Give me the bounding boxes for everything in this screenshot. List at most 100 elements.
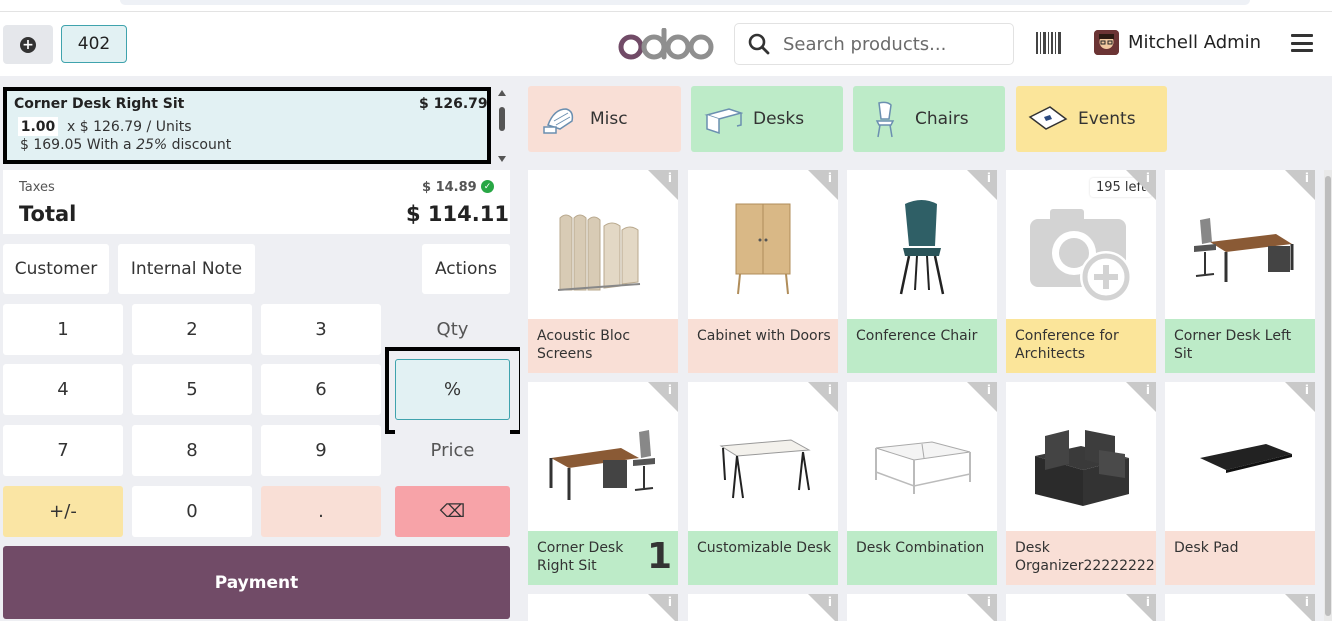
product-name: Conference for Architects (1006, 319, 1156, 373)
total-value: $ 114.11 (406, 202, 509, 226)
actions-button[interactable]: Actions (422, 244, 510, 294)
order-tab-button[interactable]: 402 (61, 25, 127, 63)
product-name: Desk Organizer22222222 (1006, 531, 1156, 585)
product-name: Desk Pad (1165, 531, 1315, 585)
new-order-button[interactable]: + (3, 25, 53, 64)
product-card[interactable]: i (688, 594, 838, 621)
product-card[interactable]: i (1165, 594, 1315, 621)
plus-minus-button[interactable]: +/- (3, 486, 123, 537)
info-icon[interactable] (1126, 594, 1156, 621)
info-icon[interactable] (1126, 382, 1156, 412)
product-card[interactable]: i (1006, 594, 1156, 621)
decimal-point-button[interactable]: . (261, 486, 381, 537)
product-card[interactable]: i Cabinet with Doors (688, 170, 838, 373)
product-name: Desk Combination (847, 531, 997, 585)
user-name: Mitchell Admin (1128, 32, 1262, 53)
order-number: 402 (77, 34, 111, 54)
search-icon (748, 33, 770, 55)
product-name: Corner Desk Left Sit (1165, 319, 1315, 373)
numpad-8[interactable]: 8 (132, 425, 252, 476)
category-events[interactable]: Events (1016, 86, 1167, 152)
taxes-label: Taxes (19, 180, 55, 195)
info-icon[interactable] (1126, 170, 1156, 200)
product-card[interactable]: i Corner Desk Right Sit 1 (528, 382, 678, 585)
info-icon[interactable] (648, 170, 678, 200)
product-name: Acoustic Bloc Screens (528, 319, 678, 373)
numpad-2[interactable]: 2 (132, 304, 252, 355)
numpad-9[interactable]: 9 (261, 425, 381, 476)
numpad-5[interactable]: 5 (132, 364, 252, 415)
info-icon[interactable] (808, 594, 838, 621)
product-card[interactable]: i Desk Combination (847, 382, 997, 585)
orderline-qty: 1.00 (18, 117, 58, 136)
orderline-price: $ 126.79 (419, 96, 488, 112)
chair-category-icon (875, 101, 895, 138)
product-name: Cabinet with Doors (688, 319, 838, 373)
info-icon[interactable] (967, 382, 997, 412)
product-card[interactable]: i Corner Desk Left Sit (1165, 170, 1315, 373)
hamburger-menu-icon[interactable] (1291, 34, 1313, 52)
numpad-4[interactable]: 4 (3, 364, 123, 415)
misc-category-icon (543, 108, 574, 134)
info-icon[interactable] (808, 382, 838, 412)
product-qty-badge: 1 (646, 536, 672, 577)
product-card[interactable]: i Customizable Desk (688, 382, 838, 585)
product-card[interactable]: 195 left i Conference for Architects (1006, 170, 1156, 373)
product-name: Customizable Desk (688, 531, 838, 585)
avatar (1094, 30, 1119, 55)
customer-button[interactable]: Customer (3, 244, 109, 294)
numpad-0[interactable]: 0 (132, 486, 252, 537)
numpad-6[interactable]: 6 (261, 364, 381, 415)
category-label: Chairs (915, 109, 969, 129)
category-label: Desks (753, 109, 805, 129)
price-mode-button[interactable]: Price (395, 425, 510, 476)
plus-circle-icon: + (20, 36, 36, 53)
payment-button[interactable]: Payment (3, 546, 510, 619)
product-card[interactable]: i Desk Organizer22222222 (1006, 382, 1156, 585)
backspace-icon: ⌫ (439, 501, 466, 522)
orderline-unit-price: x $ 126.79 / Units (67, 119, 192, 135)
browser-top-strip (120, 0, 1250, 5)
highlight-frame (385, 347, 523, 434)
category-label: Misc (590, 109, 628, 129)
info-icon[interactable] (1285, 170, 1315, 200)
products-scrollbar[interactable] (1324, 170, 1332, 621)
info-icon[interactable] (1285, 594, 1315, 621)
numpad-1[interactable]: 1 (3, 304, 123, 355)
check-circle-icon: ✓ (481, 180, 494, 193)
user-menu[interactable]: Mitchell Admin (1094, 30, 1261, 55)
info-icon[interactable] (967, 170, 997, 200)
product-card[interactable]: i Conference Chair (847, 170, 997, 373)
taxes-value: $ 14.89 (422, 180, 477, 195)
info-icon[interactable] (967, 594, 997, 621)
category-label: Events (1078, 109, 1136, 129)
internal-note-button[interactable]: Internal Note (118, 244, 255, 294)
backspace-button[interactable]: ⌫ (395, 486, 510, 537)
barcode-icon[interactable] (1036, 32, 1062, 54)
ticket-category-icon (1028, 106, 1068, 130)
info-icon[interactable] (1285, 382, 1315, 412)
category-desks[interactable]: Desks (691, 86, 843, 152)
odoo-logo-icon (618, 28, 714, 60)
product-card[interactable]: i (528, 594, 678, 621)
category-misc[interactable]: Misc (528, 86, 681, 152)
search-input[interactable] (781, 32, 1005, 56)
orderlines-scrollbar[interactable] (496, 88, 508, 164)
product-name: Conference Chair (847, 319, 997, 373)
info-icon[interactable] (808, 170, 838, 200)
total-label: Total (19, 202, 77, 226)
desk-category-icon (704, 108, 743, 135)
info-icon[interactable] (648, 382, 678, 412)
orderline-product-name: Corner Desk Right Sit (14, 96, 185, 112)
orderline-discount-info: $ 169.05 With a 25% discount (20, 137, 232, 153)
category-chairs[interactable]: Chairs (853, 86, 1005, 152)
info-icon[interactable] (648, 594, 678, 621)
camera-plus-icon (1030, 208, 1132, 303)
numpad-7[interactable]: 7 (3, 425, 123, 476)
product-card[interactable]: i Acoustic Bloc Screens (528, 170, 678, 373)
product-card[interactable]: i Desk Pad (1165, 382, 1315, 585)
odoo-logo (618, 28, 714, 62)
numpad-3[interactable]: 3 (261, 304, 381, 355)
top-separator (0, 11, 1332, 12)
product-card[interactable]: i (847, 594, 997, 621)
